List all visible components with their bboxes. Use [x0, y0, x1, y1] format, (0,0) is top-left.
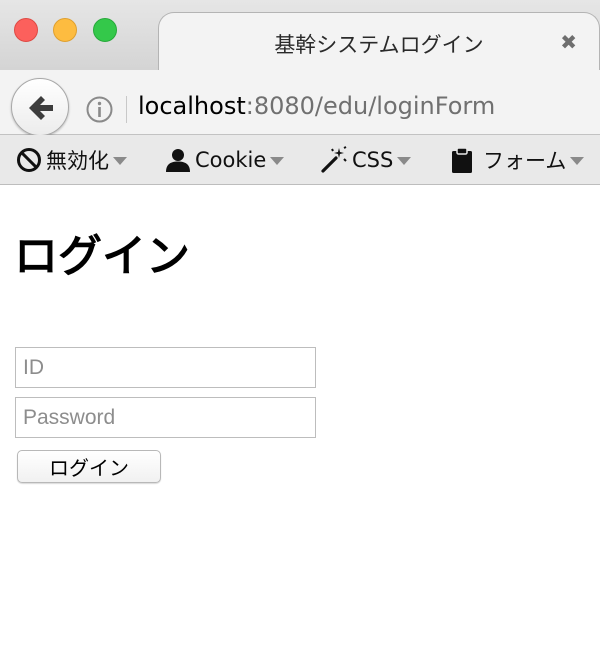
url-separator — [126, 96, 127, 123]
toolbar-disable-label: 無効化 — [46, 149, 109, 173]
tab-title: 基幹システムログイン — [274, 33, 484, 57]
login-button[interactable]: ログイン — [17, 450, 161, 483]
navigation-bar: localhost:8080/edu/loginForm — [0, 70, 600, 136]
toolbar-css-label: CSS — [352, 148, 394, 172]
page-title: ログイン — [14, 231, 190, 282]
window-titlebar: 基幹システムログイン ✖ — [0, 0, 600, 72]
magic-wand-icon — [321, 146, 347, 173]
close-icon[interactable]: ✖ — [560, 32, 577, 52]
minimize-window-button[interactable] — [53, 18, 77, 42]
maximize-window-button[interactable] — [93, 18, 117, 42]
chevron-down-icon — [113, 157, 127, 165]
back-button[interactable] — [11, 78, 69, 136]
clipboard-icon — [452, 147, 472, 173]
toolbar-disable-menu[interactable]: 無効化 — [16, 145, 127, 175]
url-path: :8080/edu/loginForm — [245, 92, 496, 120]
toolbar-css-menu[interactable]: CSS — [320, 145, 412, 175]
id-input[interactable] — [15, 347, 316, 388]
toolbar-cookie-label: Cookie — [195, 148, 267, 172]
info-circle-icon[interactable] — [86, 96, 113, 123]
url-host: localhost — [138, 92, 246, 120]
prohibited-icon — [17, 148, 41, 172]
toolbar-form-menu[interactable]: フォーム — [449, 145, 585, 175]
extension-toolbar: 無効化 Cookie CSS フォーム — [0, 135, 600, 185]
arrow-left-icon — [29, 96, 53, 120]
toolbar-cookie-menu[interactable]: Cookie — [165, 145, 285, 175]
user-silhouette-icon — [166, 149, 190, 172]
toolbar-form-label: フォーム — [483, 149, 567, 173]
page-content: ログイン ログイン — [0, 185, 600, 657]
chevron-down-icon — [397, 157, 412, 165]
password-input[interactable] — [15, 397, 316, 438]
browser-tab[interactable]: 基幹システムログイン ✖ — [158, 12, 600, 72]
address-bar[interactable]: localhost:8080/edu/loginForm — [138, 92, 495, 120]
chevron-down-icon — [270, 157, 285, 165]
close-window-button[interactable] — [14, 18, 38, 42]
chevron-down-icon — [570, 157, 585, 165]
